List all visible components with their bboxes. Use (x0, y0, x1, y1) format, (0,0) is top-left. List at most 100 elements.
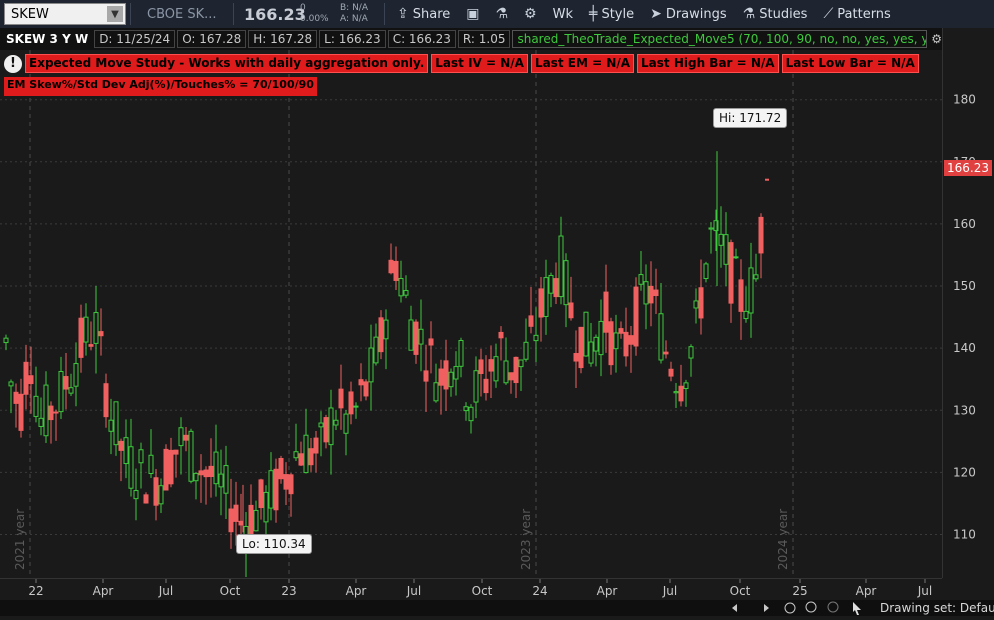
patterns-label: Patterns (837, 6, 891, 22)
candle-body (313, 437, 319, 454)
top-toolbar: SKEW ▼ CBOE SK... 166.23 0 0.00% B: N/A … (0, 0, 994, 28)
candle-body (128, 446, 134, 489)
candle-body (3, 337, 9, 344)
study-settings-icon[interactable]: ⚙ (931, 32, 942, 46)
candle-body (318, 422, 324, 428)
flask-button[interactable]: ⚗ (487, 0, 516, 28)
patterns-button[interactable]: ⟋ Patterns (815, 0, 898, 28)
candle-body (463, 406, 469, 412)
flask-icon: ⚗ (742, 6, 756, 22)
snapshot-button[interactable]: ▣ (458, 0, 487, 28)
candle-body (103, 383, 109, 418)
candle-body (533, 334, 539, 342)
warning-icon[interactable]: ! (4, 54, 22, 73)
candle-body (63, 376, 69, 390)
candle-body (558, 235, 564, 298)
study-label[interactable]: shared_TheoTrade_Expected_Move5 (70, 100… (512, 30, 928, 48)
candle-body (633, 286, 639, 347)
candle-body (288, 474, 294, 495)
style-button[interactable]: ╪ Style (581, 0, 642, 28)
candle-body (758, 216, 764, 254)
candle-body (453, 366, 459, 380)
candle-body (113, 401, 119, 446)
candle-body (398, 277, 404, 297)
candle-body (403, 290, 409, 296)
candle-body (223, 465, 229, 494)
chart-canvas[interactable]: 2021 year 2023 year 2024 year (0, 50, 942, 578)
candle-body (218, 473, 224, 488)
price-axis[interactable]: 180170160150140130120110 (942, 28, 994, 578)
candle-body (738, 279, 744, 312)
period-button[interactable]: Wk (545, 0, 581, 28)
chart-title: SKEW 3 Y W (6, 32, 89, 46)
divider (233, 3, 234, 25)
x-tick-label: Jul (917, 584, 932, 598)
year-label: 2023 year (519, 509, 533, 570)
divider (130, 3, 131, 25)
candle-icon: ╪ (589, 6, 598, 22)
change-block: 0 0.00% (300, 3, 340, 25)
price-chart[interactable]: 2021 year 2023 year 2024 year (0, 50, 942, 578)
candle-body (643, 281, 649, 305)
camera-icon: ▣ (466, 6, 480, 22)
candle-body (18, 393, 24, 431)
candle-body (213, 451, 219, 485)
alert-em-skew: EM Skew%/Std Dev Adj(%)/Touches% = 70/10… (4, 77, 317, 96)
candle-body (163, 448, 169, 491)
candle-body (548, 274, 554, 294)
alert-row-2: EM Skew%/Std Dev Adj(%)/Touches% = 70/10… (4, 77, 919, 96)
candle-body (373, 336, 379, 364)
alert-last-high-bar: Last High Bar = N/A (637, 54, 779, 73)
x-tick-label: 25 (792, 584, 807, 598)
x-tick-label: Apr (346, 584, 367, 598)
candle-body (8, 381, 14, 387)
drawings-button[interactable]: ➤ Drawings (642, 0, 735, 28)
candle-body (568, 302, 574, 319)
x-tick-label: Jul (406, 584, 421, 598)
candle-body (203, 469, 209, 478)
candle-body (158, 485, 164, 505)
candle-body (328, 407, 334, 446)
candle-body (248, 504, 254, 538)
alert-study-message: Expected Move Study - Works with daily a… (25, 54, 429, 73)
scroll-left-icon (732, 604, 737, 612)
share-icon: ⇪ (397, 6, 409, 22)
candle-body (748, 267, 754, 314)
candle-body (638, 274, 644, 285)
candle-body (523, 341, 529, 360)
candle-body (358, 379, 364, 386)
zoom-in-icon (805, 601, 817, 613)
candle-body (378, 317, 384, 353)
candle-body (598, 320, 604, 356)
candle-body (348, 391, 354, 415)
candle-body (23, 361, 29, 395)
candle-body (618, 328, 624, 334)
candle-body (733, 256, 739, 259)
settings-button[interactable]: ⚙ (516, 0, 545, 28)
candle-body (588, 341, 594, 364)
candle-body (743, 310, 749, 320)
drawing-set-label[interactable]: Drawing set: Default (880, 601, 994, 615)
candle-body (73, 363, 79, 387)
candle-body (508, 372, 514, 381)
x-tick-label: Oct (220, 584, 241, 598)
candle-body (703, 263, 709, 280)
candle-body (83, 316, 89, 343)
candle-body (418, 328, 424, 345)
candle-body (608, 321, 614, 366)
candle-body (78, 317, 84, 358)
candle-body (553, 278, 559, 298)
last-price: 166.23 (244, 4, 306, 24)
symbol-dropdown-icon[interactable]: ▼ (107, 6, 123, 22)
info-low: L: 166.23 (319, 30, 386, 48)
time-axis[interactable]: 22 Apr Jul Oct 23 Apr Jul Oct 24 Apr Jul Oct 25 Apr Ju… (0, 578, 942, 600)
gear-icon: ⚙ (524, 6, 537, 22)
candle-body (683, 382, 689, 390)
chart-info-bar: SKEW 3 Y W D: 11/25/24 O: 167.28 H: 167.… (0, 28, 942, 50)
info-open: O: 167.28 (177, 30, 247, 48)
alert-row-1: ! Expected Move Study - Works with daily… (4, 54, 919, 73)
share-button[interactable]: ⇪ Share (389, 0, 458, 28)
symbol-input[interactable]: SKEW ▼ (4, 3, 126, 25)
candle-body (308, 448, 314, 466)
studies-button[interactable]: ⚗ Studies (735, 0, 816, 28)
